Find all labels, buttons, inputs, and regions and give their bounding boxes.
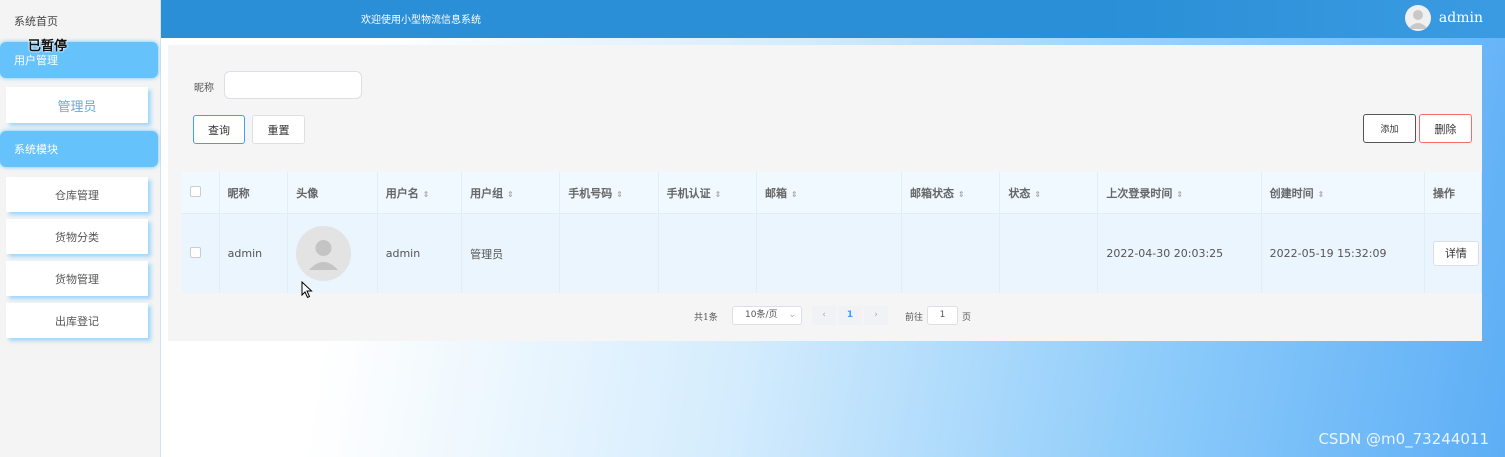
cell-actions: 详情 xyxy=(1424,213,1483,293)
nickname-search-input[interactable] xyxy=(224,71,362,99)
chevron-down-icon: ⌄ xyxy=(788,310,796,320)
row-select-cell xyxy=(182,213,220,293)
welcome-text: 欢迎使用小型物流信息系统 xyxy=(361,15,481,26)
sort-icon[interactable]: ⇕ xyxy=(1034,190,1041,199)
column-header-last-login[interactable]: 上次登录时间 ⇕ xyxy=(1097,172,1262,214)
sort-icon[interactable]: ⇕ xyxy=(616,190,623,199)
column-header-status[interactable]: 状态 ⇕ xyxy=(999,172,1099,214)
sidebar-item-admin[interactable]: 管理员 xyxy=(6,87,148,123)
sidebar-item-warehouse[interactable]: 仓库管理 xyxy=(6,177,148,212)
sort-icon[interactable]: ⇕ xyxy=(507,190,514,199)
sort-icon[interactable]: ⇕ xyxy=(791,190,798,199)
column-header-email[interactable]: 邮箱 ⇕ xyxy=(756,172,903,214)
sort-icon[interactable]: ⇕ xyxy=(958,190,965,199)
next-page-button[interactable]: › xyxy=(864,306,888,325)
column-header-username[interactable]: 用户名 ⇕ xyxy=(377,172,463,214)
user-avatar-icon[interactable] xyxy=(1405,5,1431,31)
table-row: admin admin 管理员 2022-04-30 20:03:25 2022… xyxy=(182,213,1483,293)
sort-icon[interactable]: ⇕ xyxy=(1176,190,1183,199)
pagination: 共1条 10条/页 ⌄ ‹ 1 › 前往 1 页 xyxy=(0,306,1505,326)
nickname-label: 昵称 xyxy=(194,83,214,94)
sidebar-section-user-management[interactable]: 用户管理 xyxy=(0,42,158,78)
sidebar-item-goods-management[interactable]: 货物管理 xyxy=(6,261,148,296)
column-header-group[interactable]: 用户组 ⇕ xyxy=(461,172,561,214)
page-size-select[interactable]: 10条/页 ⌄ xyxy=(732,306,802,325)
sidebar-section-system-modules[interactable]: 系统模块 xyxy=(0,131,158,167)
select-all-cell xyxy=(182,172,220,214)
watermark-text: CSDN @m0_73244011 xyxy=(1318,430,1489,448)
goto-label: 前往 xyxy=(905,313,924,323)
column-header-created[interactable]: 创建时间 ⇕ xyxy=(1261,172,1425,214)
paused-overlay-text: 已暂停 xyxy=(28,39,68,54)
table-header-row: 昵称 头像 用户名 ⇕ 用户组 ⇕ 手机号码 ⇕ 手机认证 ⇕ 邮箱 ⇕ 邮箱状态 ⇕ 状态… xyxy=(182,172,1483,214)
sidebar: 系统首页 已暂停 用户管理 管理员 系统模块 仓库管理 货物分类 货物管理 出库… xyxy=(0,0,161,457)
top-bar: 欢迎使用小型物流信息系统 admin xyxy=(161,0,1505,38)
reset-button[interactable]: 重置 xyxy=(252,115,305,144)
mouse-cursor-icon xyxy=(301,280,313,302)
cell-group: 管理员 xyxy=(461,213,561,293)
prev-page-button[interactable]: ‹ xyxy=(812,306,836,325)
user-table: 昵称 头像 用户名 ⇕ 用户组 ⇕ 手机号码 ⇕ 手机认证 ⇕ 邮箱 ⇕ 邮箱状态 ⇕ 状态… xyxy=(182,172,1483,293)
select-all-checkbox[interactable] xyxy=(190,185,201,197)
cell-created: 2022-05-19 15:32:09 xyxy=(1261,213,1425,293)
sidebar-item-goods-category[interactable]: 货物分类 xyxy=(6,219,148,254)
cell-email xyxy=(756,213,903,293)
sort-icon[interactable]: ⇕ xyxy=(715,190,722,199)
page-number-button[interactable]: 1 xyxy=(838,306,862,325)
delete-button[interactable]: 删除 xyxy=(1419,114,1472,143)
cell-phone-verified xyxy=(658,213,757,293)
cell-username: admin xyxy=(377,213,463,293)
cell-nickname: admin xyxy=(219,213,289,293)
add-button[interactable]: 添加 xyxy=(1363,114,1416,143)
column-header-nickname: 昵称 xyxy=(219,172,289,214)
column-header-avatar: 头像 xyxy=(287,172,378,214)
goto-page-input[interactable]: 1 xyxy=(927,306,958,325)
column-header-actions: 操作 xyxy=(1424,172,1483,214)
user-avatar-icon xyxy=(296,226,352,281)
cell-phone xyxy=(559,213,659,293)
page-size-value: 10条/页 xyxy=(745,310,778,320)
cell-email-status xyxy=(901,213,1001,293)
column-header-email-status[interactable]: 邮箱状态 ⇕ xyxy=(901,172,1001,214)
row-checkbox[interactable] xyxy=(190,246,201,258)
current-user-name[interactable]: admin xyxy=(1439,10,1483,26)
page-suffix-label: 页 xyxy=(962,313,972,323)
sort-icon[interactable]: ⇕ xyxy=(423,190,430,199)
sort-icon[interactable]: ⇕ xyxy=(1318,190,1325,199)
pagination-total: 共1条 xyxy=(694,313,718,323)
cell-last-login: 2022-04-30 20:03:25 xyxy=(1097,213,1262,293)
sidebar-home-link[interactable]: 系统首页 xyxy=(14,13,58,29)
query-button[interactable]: 查询 xyxy=(193,115,245,144)
cell-status xyxy=(999,213,1099,293)
detail-button[interactable]: 详情 xyxy=(1432,241,1479,266)
column-header-phone[interactable]: 手机号码 ⇕ xyxy=(559,172,659,214)
column-header-phone-verified[interactable]: 手机认证 ⇕ xyxy=(658,172,757,214)
